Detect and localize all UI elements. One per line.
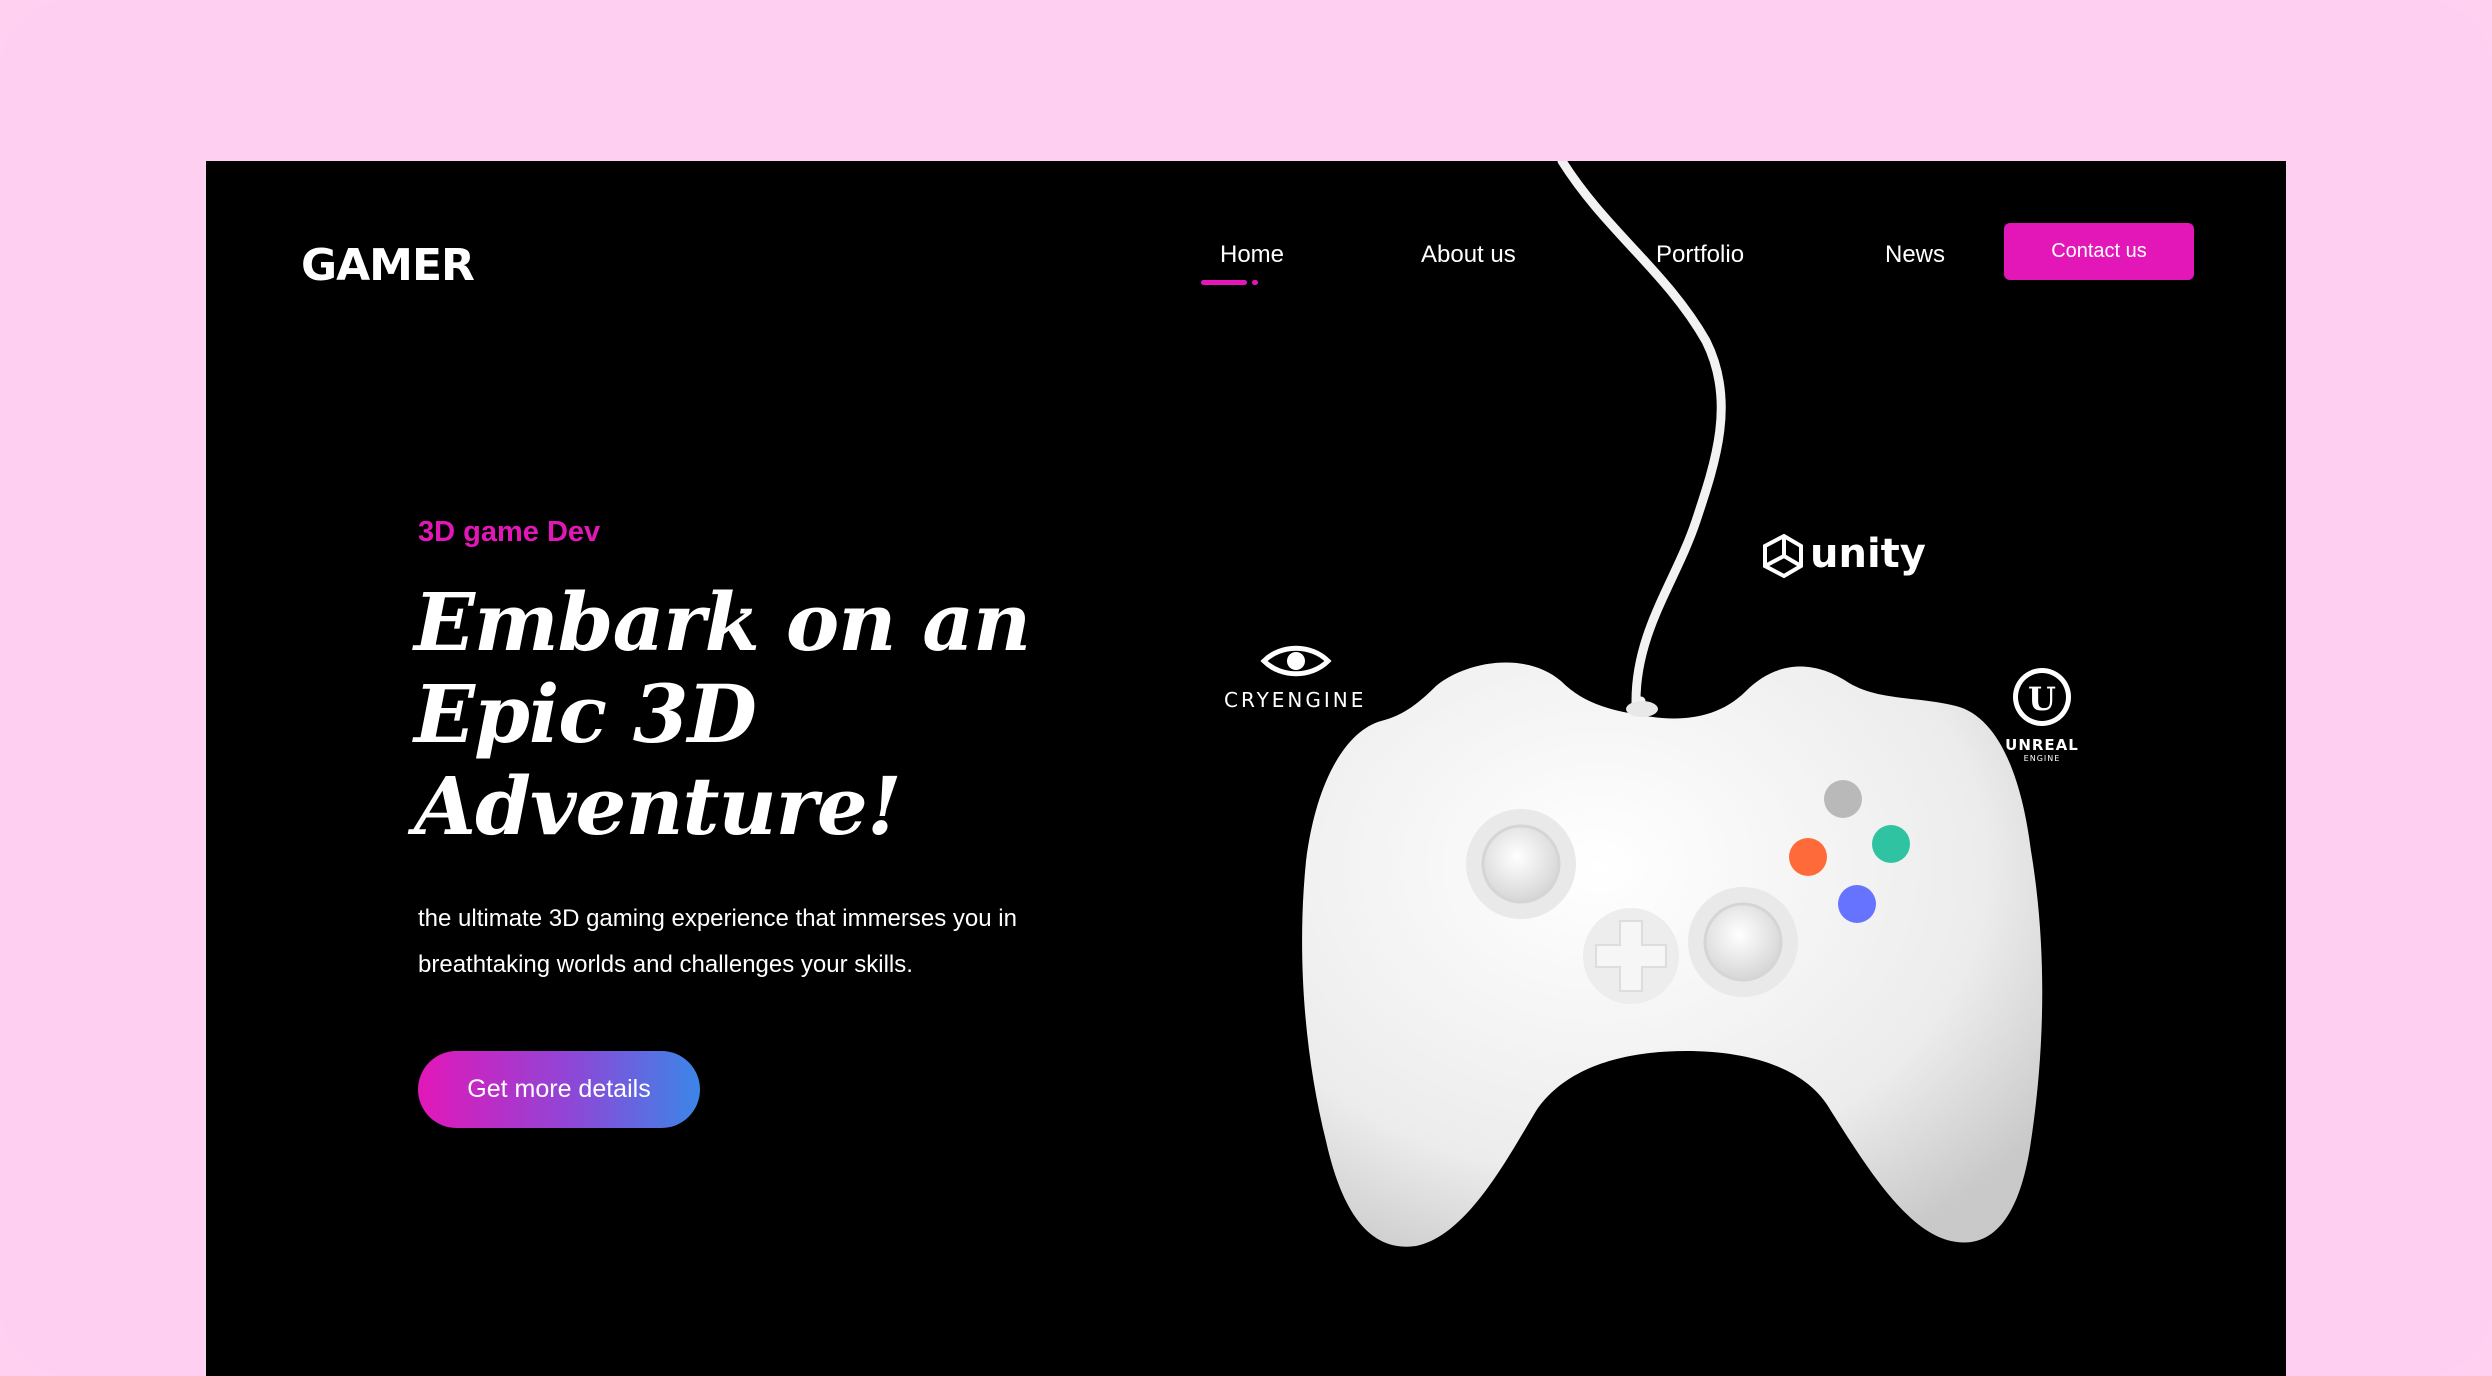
hero-description: the ultimate 3D gaming experience that i… bbox=[418, 896, 1138, 988]
contact-us-button[interactable]: Contact us bbox=[2004, 223, 2194, 280]
nav-portfolio[interactable]: Portfolio bbox=[1656, 241, 1744, 269]
cryengine-label: CRYENGINE bbox=[1224, 688, 1367, 712]
unreal-engine-sublabel: ENGINE bbox=[2023, 754, 2061, 763]
description-line-2: breathtaking worlds and challenges your … bbox=[418, 951, 913, 978]
unity-label: unity bbox=[1810, 531, 1926, 577]
hero-headline: Embark on an Epic 3D Adventure! bbox=[414, 576, 1134, 852]
svg-text:U: U bbox=[2028, 680, 2056, 718]
active-nav-indicator bbox=[1201, 280, 1247, 285]
face-button-left bbox=[1789, 838, 1827, 876]
face-button-right bbox=[1872, 825, 1910, 863]
active-nav-dot bbox=[1252, 280, 1258, 285]
headline-line-2: Epic 3D bbox=[414, 667, 757, 761]
unity-cube-icon bbox=[1763, 533, 1803, 579]
hero-eyebrow: 3D game Dev bbox=[418, 516, 601, 548]
nav-about-us[interactable]: About us bbox=[1421, 241, 1516, 269]
description-line-1: the ultimate 3D gaming experience that i… bbox=[418, 905, 1017, 932]
page-background: U GAMER Home About us Portfolio News Con… bbox=[0, 0, 2492, 1376]
face-button-bottom bbox=[1838, 885, 1876, 923]
nav-home[interactable]: Home bbox=[1220, 241, 1284, 269]
headline-line-1: Embark on an bbox=[414, 575, 1031, 669]
headline-line-3: Adventure! bbox=[414, 759, 902, 853]
eye-icon bbox=[1260, 645, 1332, 677]
unreal-u-icon: U bbox=[2013, 668, 2071, 726]
website-screen: U GAMER Home About us Portfolio News Con… bbox=[206, 161, 2286, 1376]
face-button-top bbox=[1824, 780, 1862, 818]
get-more-details-button[interactable]: Get more details bbox=[418, 1051, 700, 1128]
main-nav: Home About us Portfolio News bbox=[206, 241, 2286, 301]
nav-news[interactable]: News bbox=[1885, 241, 1945, 269]
unreal-label: UNREAL bbox=[2005, 736, 2079, 754]
